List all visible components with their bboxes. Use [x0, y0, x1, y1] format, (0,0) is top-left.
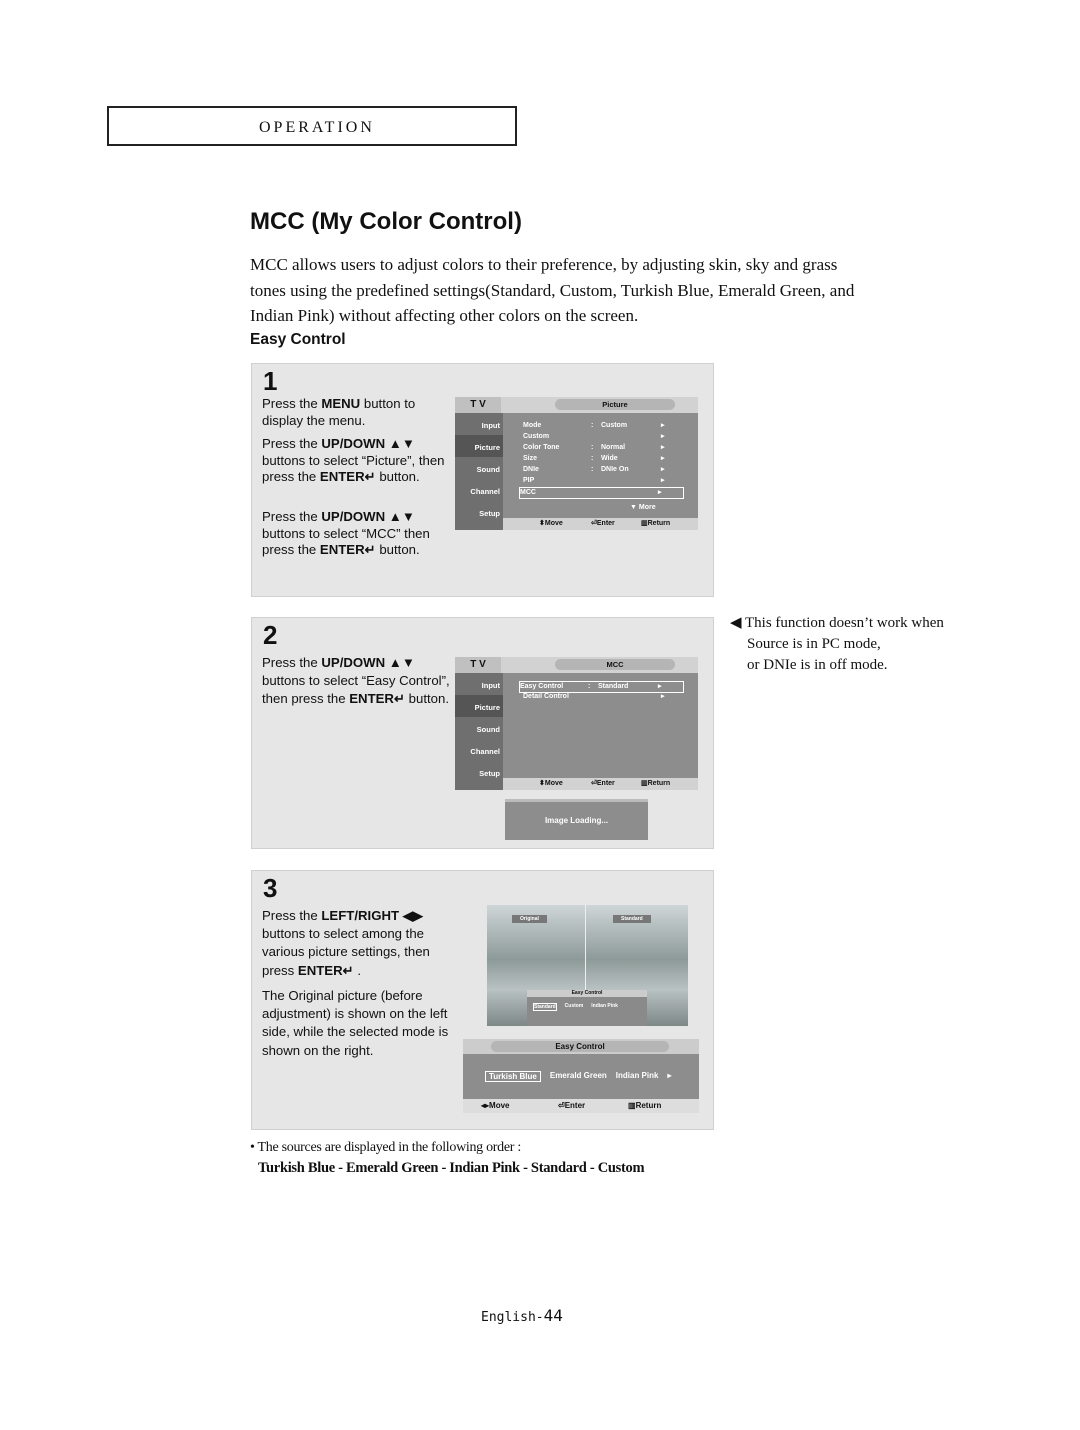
- menu-row[interactable]: MCC ▸: [519, 487, 684, 499]
- manual-page: OPERATION MCC (My Color Control) MCC all…: [0, 0, 1080, 1430]
- menu-row[interactable]: Detail Control ▸: [523, 692, 678, 702]
- step-text: Press the MENU button to display the men…: [262, 396, 416, 428]
- side-item[interactable]: Setup: [455, 761, 503, 783]
- mini-option: Standard: [533, 1003, 557, 1011]
- step-text: Press the UP/DOWN ▲▼ buttons to select “…: [262, 436, 445, 484]
- bullet-note: • The sources are displayed in the follo…: [250, 1140, 521, 1155]
- menu-footer: ⬍ Move ⏎ Enter ▥ Return: [503, 518, 698, 530]
- mini-title: Easy Control: [527, 990, 647, 997]
- page-number: English-44: [481, 1306, 563, 1325]
- step-2: 2 Press the UP/DOWN ▲▼ buttons to select…: [251, 617, 714, 849]
- menu-row[interactable]: Color Tone: Normal ▸: [523, 443, 678, 453]
- option-indian-pink[interactable]: Indian Pink: [616, 1071, 659, 1082]
- tv-menu-mcc: T V MCC Input Picture Sound Channel Setu…: [455, 657, 698, 790]
- standard-label: Standard: [613, 915, 651, 923]
- bar-footer: ◂▸ Move ⏎ Enter ▥ Return: [463, 1099, 699, 1113]
- menu-row[interactable]: DNIe: DNIe On ▸: [523, 465, 678, 475]
- mini-easy-control: Easy Control Standard Custom Indian Pink: [527, 990, 647, 1026]
- side-note: ◀ This function doesn’t work when Source…: [730, 615, 944, 673]
- order-list: Turkish Blue - Emerald Green - Indian Pi…: [258, 1160, 645, 1176]
- triangle-left-icon: ◀: [730, 615, 746, 631]
- step-text: The Original picture (before adjustment)…: [262, 988, 449, 1058]
- side-item[interactable]: Sound: [455, 457, 503, 479]
- more-indicator: ▼ More: [630, 504, 656, 511]
- step-1: 1 Press the MENU button to display the m…: [251, 363, 714, 597]
- subtitle: Easy Control: [250, 331, 346, 348]
- page-title: MCC (My Color Control): [250, 208, 522, 235]
- section-header: OPERATION: [107, 106, 517, 146]
- menu-row[interactable]: Mode: Custom ▸: [523, 421, 678, 431]
- step-text: Press the UP/DOWN ▲▼ buttons to select “…: [262, 655, 450, 707]
- easy-control-bar: Easy Control Turkish Blue Emerald Green …: [463, 1039, 699, 1113]
- menu-footer: ⬍ Move ⏎ Enter ▥ Return: [503, 778, 698, 790]
- side-item[interactable]: Sound: [455, 717, 503, 739]
- original-label: Original: [512, 915, 547, 923]
- side-item[interactable]: Channel: [455, 739, 503, 761]
- step-3: 3 Press the LEFT/RIGHT ◀▶ buttons to sel…: [251, 870, 714, 1130]
- option-emerald-green[interactable]: Emerald Green: [550, 1071, 607, 1082]
- side-item[interactable]: Picture: [455, 435, 503, 457]
- comparison-photo: Original Standard Easy Control Standard C…: [487, 905, 688, 1026]
- tv-menu-picture: T V Picture Input Picture Sound Channel …: [455, 397, 698, 530]
- side-item[interactable]: Picture: [455, 695, 503, 717]
- step-number: 3: [263, 873, 278, 903]
- side-item[interactable]: Input: [455, 413, 503, 435]
- mini-option: Custom: [564, 1003, 584, 1009]
- step-number: 1: [263, 366, 278, 396]
- menu-row[interactable]: Size: Wide ▸: [523, 454, 678, 464]
- option-turkish-blue[interactable]: Turkish Blue: [485, 1071, 541, 1082]
- step-text: Press the LEFT/RIGHT ◀▶ buttons to selec…: [262, 908, 430, 978]
- side-item[interactable]: Setup: [455, 501, 503, 523]
- step-text: Press the UP/DOWN ▲▼ buttons to select “…: [262, 509, 430, 557]
- image-loading-box: Image Loading...: [505, 799, 648, 840]
- arrow-right-icon[interactable]: ▸: [667, 1071, 671, 1082]
- mini-option: Indian Pink: [591, 1003, 618, 1009]
- menu-row[interactable]: PIP ▸: [523, 476, 678, 486]
- bar-title: Easy Control: [491, 1041, 669, 1052]
- tv-label: T V: [455, 397, 501, 413]
- menu-sidebar: Input Picture Sound Channel Setup: [455, 413, 503, 530]
- side-item[interactable]: Channel: [455, 479, 503, 501]
- tv-label: T V: [455, 657, 501, 673]
- menu-row[interactable]: Custom ▸: [523, 432, 678, 442]
- intro-paragraph: MCC allows users to adjust colors to the…: [250, 255, 855, 325]
- step-number: 2: [263, 620, 278, 650]
- menu-header: MCC: [555, 659, 675, 670]
- menu-header: Picture: [555, 399, 675, 410]
- side-item[interactable]: Input: [455, 673, 503, 695]
- menu-sidebar: Input Picture Sound Channel Setup: [455, 673, 503, 790]
